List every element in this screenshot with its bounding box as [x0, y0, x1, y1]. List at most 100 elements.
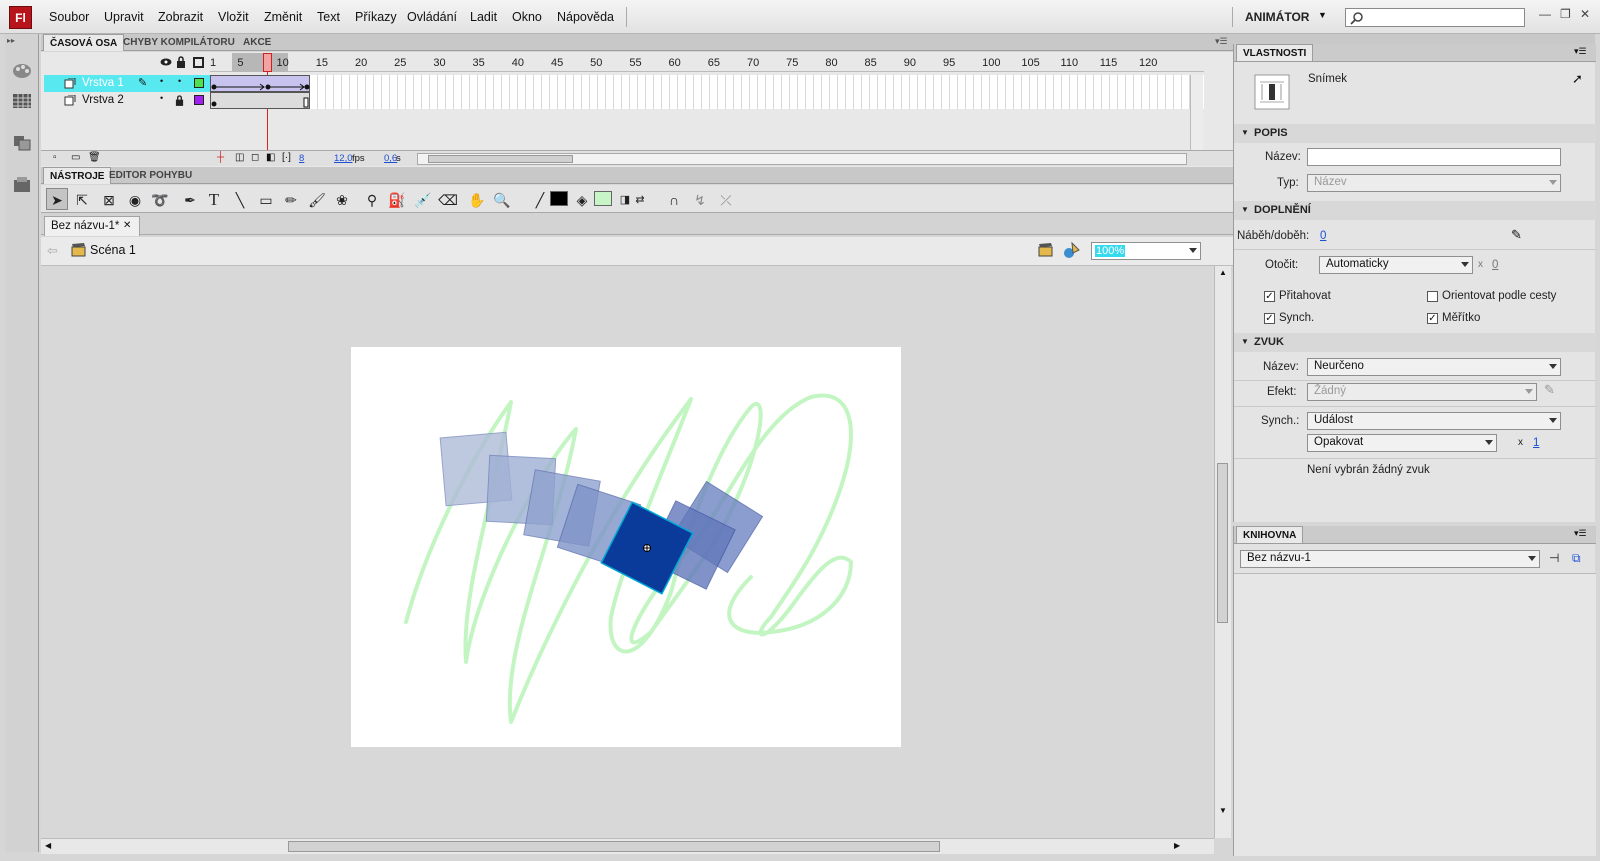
scale-checkbox[interactable]: ✓: [1427, 313, 1438, 324]
sound-repeat-select[interactable]: Opakovat: [1307, 434, 1497, 452]
section-zvuk[interactable]: ▼ ZVUK: [1234, 333, 1596, 352]
orient-to-path-checkbox[interactable]: [1427, 291, 1438, 302]
color-palette-icon[interactable]: [12, 62, 32, 80]
edit-ease-icon[interactable]: ✎: [1511, 227, 1522, 243]
ease-value[interactable]: 0: [1320, 230, 1326, 242]
straighten-icon[interactable]: ⤫: [716, 190, 736, 210]
sync-checkbox[interactable]: ✓: [1264, 313, 1275, 324]
new-layer-icon[interactable]: ▫: [53, 152, 57, 163]
stage[interactable]: [351, 347, 901, 747]
sound-name-select[interactable]: Neurčeno: [1307, 358, 1561, 376]
panel-menu-icon[interactable]: ▾☰: [1215, 36, 1228, 47]
delete-layer-icon[interactable]: 🗑: [88, 152, 101, 163]
sound-sync-select[interactable]: Událost: [1307, 412, 1561, 430]
current-frame[interactable]: 8: [299, 153, 304, 164]
panel-menu-icon[interactable]: ▾☰: [1574, 46, 1587, 57]
visibility-dot[interactable]: •: [160, 76, 163, 86]
tab-timeline[interactable]: ČASOVÁ OSA: [43, 34, 125, 51]
smooth-icon[interactable]: ↯: [690, 190, 710, 210]
swap-colors-icon[interactable]: ⇄: [630, 190, 650, 210]
pen-tool-icon[interactable]: ✒: [180, 190, 200, 210]
outline-icon[interactable]: [193, 57, 204, 68]
frame-label-input[interactable]: [1307, 148, 1561, 166]
zoom-tool-icon[interactable]: 🔍: [492, 190, 512, 210]
selection-tool-icon[interactable]: ➤: [47, 190, 67, 210]
section-popis[interactable]: ▼ POPIS: [1234, 124, 1596, 143]
onion-skin-icon[interactable]: ◫: [235, 152, 244, 163]
menu-zobrazit[interactable]: Zobrazit: [158, 10, 203, 24]
frame-row-1[interactable]: [214, 75, 1204, 92]
center-frame-icon[interactable]: ┼: [217, 152, 224, 163]
text-tool-icon[interactable]: T: [204, 190, 224, 210]
paint-bucket-tool-icon[interactable]: ⛽: [387, 190, 407, 210]
scroll-up-icon[interactable]: ▲: [1219, 268, 1227, 277]
menu-ovladani[interactable]: Ovládání: [407, 10, 457, 24]
edit-scene-icon[interactable]: [1037, 241, 1055, 259]
timeline-vscroll[interactable]: [1190, 75, 1203, 150]
hscroll-thumb[interactable]: [428, 155, 573, 163]
components-icon[interactable]: [12, 176, 32, 194]
zoom-value[interactable]: 100%: [1095, 245, 1126, 257]
onion-outline-icon[interactable]: ◻: [251, 152, 259, 163]
menu-napoveda[interactable]: Nápověda: [557, 10, 614, 24]
layer-color-swatch[interactable]: [194, 95, 204, 105]
lock-icon[interactable]: [176, 56, 186, 68]
fill-color-icon[interactable]: ◈: [572, 190, 592, 210]
restore-icon[interactable]: ❐: [1560, 7, 1571, 21]
snap-to-objects-icon[interactable]: ∩: [664, 190, 684, 210]
frame-row-2[interactable]: [214, 92, 1204, 109]
minimize-icon[interactable]: —: [1539, 7, 1551, 21]
free-transform-tool-icon[interactable]: ⊠: [99, 190, 119, 210]
back-arrow-icon[interactable]: ⇦: [47, 243, 58, 259]
deco-tool-icon[interactable]: ❀: [332, 190, 352, 210]
label-type-select[interactable]: Název: [1307, 174, 1561, 192]
tab-properties[interactable]: VLASTNOSTI: [1236, 44, 1314, 61]
chevron-down-icon[interactable]: [1189, 248, 1197, 253]
fill-color-swatch[interactable]: [594, 191, 612, 206]
help-icon[interactable]: ➚: [1572, 71, 1583, 87]
fps-value[interactable]: 12,0: [334, 153, 353, 164]
close-icon[interactable]: ✕: [1580, 7, 1590, 21]
menu-okno[interactable]: Okno: [512, 10, 542, 24]
edit-envelope-icon[interactable]: ✎: [1544, 382, 1555, 398]
stage-vscroll[interactable]: ▲ ▼: [1214, 266, 1231, 838]
scroll-left-icon[interactable]: ◀: [45, 841, 51, 850]
tab-actions[interactable]: AKCE: [237, 34, 277, 51]
close-tab-icon[interactable]: ✕: [123, 220, 131, 231]
edit-multiple-icon[interactable]: ◧: [266, 152, 275, 163]
stage-hscroll[interactable]: ◀ ▶: [41, 838, 1214, 854]
pin-library-icon[interactable]: ⊣: [1549, 551, 1559, 565]
menu-zmenit[interactable]: Změnit: [264, 10, 302, 24]
tab-motion-editor[interactable]: EDITOR POHYBU: [103, 167, 198, 184]
playhead[interactable]: [263, 53, 272, 72]
scroll-right-icon[interactable]: ▶: [1174, 841, 1180, 850]
new-folder-icon[interactable]: ▭: [71, 152, 80, 163]
swatches-grid-icon[interactable]: [12, 92, 32, 110]
stage-artwork[interactable]: [351, 347, 901, 747]
hand-tool-icon[interactable]: ✋: [467, 190, 487, 210]
layer-row-2[interactable]: Vrstva 2 •: [44, 92, 214, 109]
tab-tools[interactable]: NÁSTROJE: [43, 167, 112, 184]
eyedropper-tool-icon[interactable]: 💉: [413, 190, 433, 210]
pasteboard[interactable]: [41, 266, 1214, 838]
layer-name[interactable]: Vrstva 1: [82, 77, 124, 89]
brush-tool-icon[interactable]: 🖌: [307, 190, 327, 210]
lasso-tool-icon[interactable]: ➰: [150, 190, 170, 210]
align-panel-icon[interactable]: [12, 134, 32, 152]
vscroll-thumb[interactable]: [1217, 463, 1228, 623]
layer-name[interactable]: Vrstva 2: [82, 94, 124, 106]
panel-menu-icon[interactable]: ▾☰: [1574, 528, 1587, 539]
menu-ladit[interactable]: Ladit: [470, 10, 497, 24]
visibility-dot[interactable]: •: [160, 93, 163, 103]
menu-soubor[interactable]: Soubor: [49, 10, 89, 24]
expand-icon[interactable]: ▸▸: [7, 36, 15, 45]
menu-text[interactable]: Text: [317, 10, 340, 24]
rotate-select[interactable]: Automaticky: [1319, 256, 1473, 274]
tab-compiler-errors[interactable]: CHYBY KOMPILÁTORU: [117, 34, 241, 51]
3d-rotation-tool-icon[interactable]: ◉: [125, 190, 145, 210]
repeat-times-value[interactable]: 1: [1533, 437, 1539, 449]
eraser-tool-icon[interactable]: ⌫: [438, 190, 458, 210]
stroke-color-swatch[interactable]: [550, 191, 568, 206]
workspace-switcher[interactable]: ANIMÁTOR: [1245, 10, 1309, 24]
timeline-hscroll[interactable]: [417, 153, 1187, 165]
